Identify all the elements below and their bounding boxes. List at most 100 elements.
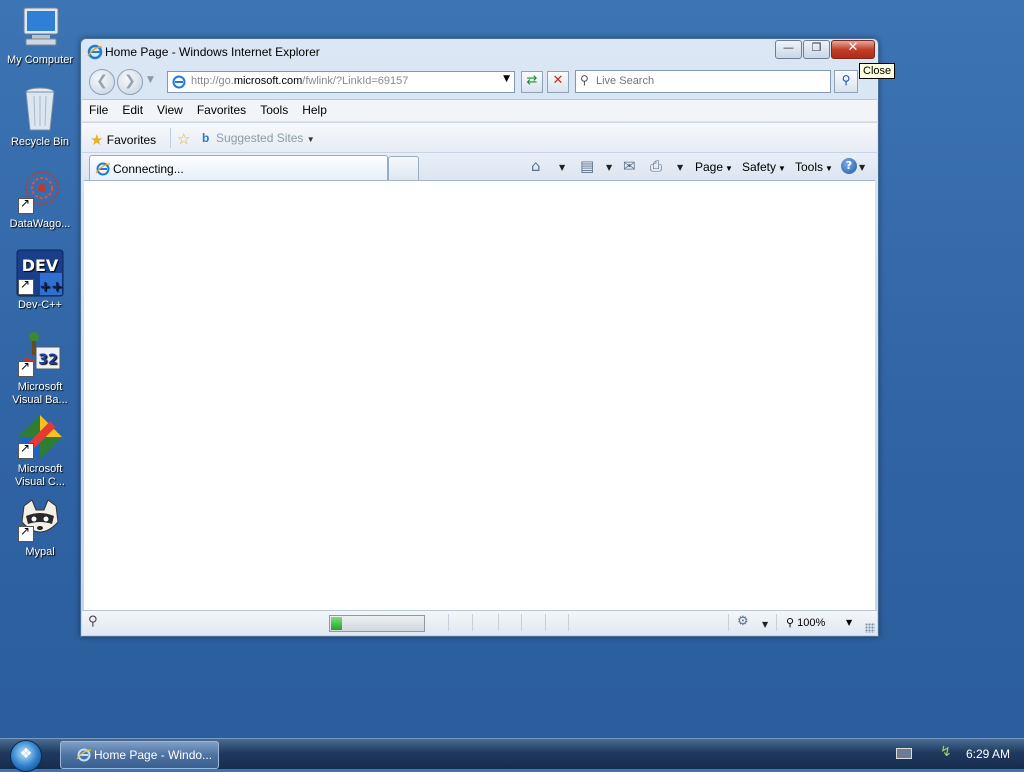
print-icon[interactable]: ⎙	[650, 157, 662, 175]
menu-edit[interactable]: Edit	[115, 100, 150, 117]
back-button[interactable]: ❮	[89, 69, 115, 95]
desktop-icon-recycle-bin[interactable]: Recycle Bin	[0, 86, 80, 149]
page-menu[interactable]: Page ▼	[695, 160, 733, 174]
clock[interactable]: 6:29 AM	[966, 747, 1010, 761]
window-title: Home Page - Windows Internet Explorer	[105, 45, 320, 59]
add-to-favorites-icon[interactable]: ☆	[177, 130, 190, 148]
compatibility-refresh-button[interactable]: ⇄	[521, 71, 543, 93]
maximize-button[interactable]: ❐	[803, 40, 830, 59]
status-search-icon: ⚲	[88, 614, 98, 629]
print-dropdown-icon[interactable]: ▼	[677, 163, 683, 172]
desktop-icon-visual-c[interactable]: Microsoft Visual C...	[0, 413, 80, 489]
svg-text:DEV: DEV	[22, 256, 59, 275]
history-dropdown-icon[interactable]: ▼	[147, 75, 154, 85]
svg-text:++: ++	[39, 279, 62, 295]
feeds-icon[interactable]: ▤	[580, 157, 594, 175]
status-divider	[448, 614, 449, 631]
menu-file[interactable]: File	[82, 100, 115, 117]
menu-view[interactable]: View	[150, 100, 190, 117]
close-tooltip: Close	[859, 63, 896, 79]
chevron-down-icon: ▼	[825, 164, 833, 173]
tab-home-page[interactable]: Connecting...	[89, 155, 388, 181]
desktop-icon-datawagon[interactable]: DataWago...	[0, 168, 80, 231]
status-divider	[728, 614, 729, 631]
status-divider	[545, 614, 546, 631]
shortcut-arrow-icon	[18, 278, 34, 295]
favorites-button[interactable]: ★ Favorites	[90, 130, 156, 149]
address-row: ❮ ❯ ▼ http://go.microsoft.com/fwlink/?Li…	[81, 65, 878, 97]
forward-arrow-icon: ❯	[124, 73, 136, 89]
new-tab-button[interactable]	[388, 156, 419, 181]
feeds-dropdown-icon[interactable]: ▼	[606, 163, 612, 172]
help-dropdown-icon[interactable]: ▼	[859, 163, 865, 172]
desktop-icon-label: Microsoft	[17, 463, 63, 475]
taskbar-ie-icon	[76, 748, 92, 762]
desktop-icon-dev-cpp[interactable]: DEV ++ Dev-C++	[0, 249, 80, 312]
search-button[interactable]: ⚲	[834, 70, 858, 93]
desktop-icon-label: Mypal	[25, 546, 55, 558]
tab-ie-icon	[95, 162, 111, 176]
search-icon: ⚲	[580, 73, 589, 87]
back-arrow-icon: ❮	[96, 73, 108, 89]
mail-icon[interactable]: ✉	[623, 157, 636, 175]
home-dropdown-icon[interactable]: ▼	[559, 163, 565, 172]
tab-label: Connecting...	[113, 162, 184, 176]
desktop-icon-my-computer[interactable]: My Computer	[0, 4, 80, 67]
forward-button[interactable]: ❯	[117, 69, 143, 95]
tab-row: Connecting... ⌂ ▼ ▤ ▼ ✉ ⎙ ▼ Page ▼ Safety…	[82, 152, 877, 181]
help-icon[interactable]: ?	[841, 158, 857, 174]
search-box[interactable]: ⚲	[575, 70, 831, 93]
protected-mode-dropdown-icon[interactable]: ▼	[762, 620, 768, 629]
favorites-bar: ★ Favorites ☆ b Suggested Sites ▼	[82, 122, 877, 152]
stop-icon: ✕	[552, 73, 564, 88]
shortcut-arrow-icon	[18, 525, 34, 542]
address-bar[interactable]: http://go.microsoft.com/fwlink/?LinkId=6…	[167, 71, 515, 93]
mypal-raccoon-icon	[16, 496, 64, 544]
start-button[interactable]: ❖	[10, 740, 42, 772]
desktop-icon-visual-basic[interactable]: 32 Microsoft Visual Ba...	[0, 331, 80, 407]
stop-button[interactable]: ✕	[547, 71, 569, 93]
keyboard-icon[interactable]	[896, 748, 912, 759]
taskbar-button-label: Home Page - Windo...	[94, 748, 213, 762]
desktop-icon-label: Recycle Bin	[10, 136, 70, 148]
windows-logo-icon: ❖	[19, 746, 33, 762]
desktop-icon-mypal[interactable]: Mypal	[0, 496, 80, 559]
visual-c-icon	[16, 413, 64, 461]
page-ie-icon	[172, 75, 186, 89]
desktop-icon-label: Visual Ba...	[12, 394, 68, 406]
minimize-button[interactable]: —	[775, 40, 802, 59]
menu-favorites[interactable]: Favorites	[190, 100, 253, 117]
recycle-bin-icon	[16, 86, 64, 134]
tools-menu[interactable]: Tools ▼	[795, 160, 833, 174]
network-icon[interactable]: ↯	[940, 744, 952, 760]
status-divider	[568, 614, 569, 631]
protected-mode-icon[interactable]: ⚙	[737, 614, 749, 629]
close-button[interactable]: ✕	[831, 40, 875, 59]
zoom-dropdown-icon[interactable]: ▼	[846, 618, 852, 627]
favorites-separator	[170, 128, 171, 148]
menu-help[interactable]: Help	[295, 100, 334, 117]
taskbar-button-ie[interactable]: Home Page - Windo...	[60, 741, 219, 769]
dev-cpp-icon: DEV ++	[16, 249, 64, 297]
home-icon[interactable]: ⌂	[531, 157, 541, 175]
title-bar[interactable]: Home Page - Windows Internet Explorer — …	[81, 39, 878, 65]
menu-bar: File Edit View Favorites Tools Help	[82, 99, 877, 121]
shortcut-arrow-icon	[18, 360, 34, 377]
address-url: http://go.microsoft.com/fwlink/?LinkId=6…	[191, 75, 409, 87]
close-icon: ✕	[847, 40, 859, 55]
svg-text:32: 32	[38, 352, 57, 368]
favorites-star-icon: ★	[90, 132, 104, 149]
menu-tools[interactable]: Tools	[253, 100, 295, 117]
resize-grip[interactable]	[865, 623, 875, 633]
window-controls: — ❐ ✕	[774, 40, 875, 59]
address-dropdown-icon[interactable]: ▼	[503, 74, 510, 84]
search-input[interactable]	[596, 73, 821, 89]
bing-icon: b	[202, 131, 210, 145]
status-divider	[776, 614, 777, 631]
safety-menu[interactable]: Safety ▼	[742, 160, 786, 174]
suggested-sites-button[interactable]: b Suggested Sites ▼	[202, 131, 315, 145]
desktop-icon-label: My Computer	[6, 54, 74, 66]
zoom-level-button[interactable]: ⚲ 100%	[786, 616, 825, 629]
ie-logo-icon	[87, 44, 103, 60]
page-content[interactable]	[84, 180, 875, 610]
